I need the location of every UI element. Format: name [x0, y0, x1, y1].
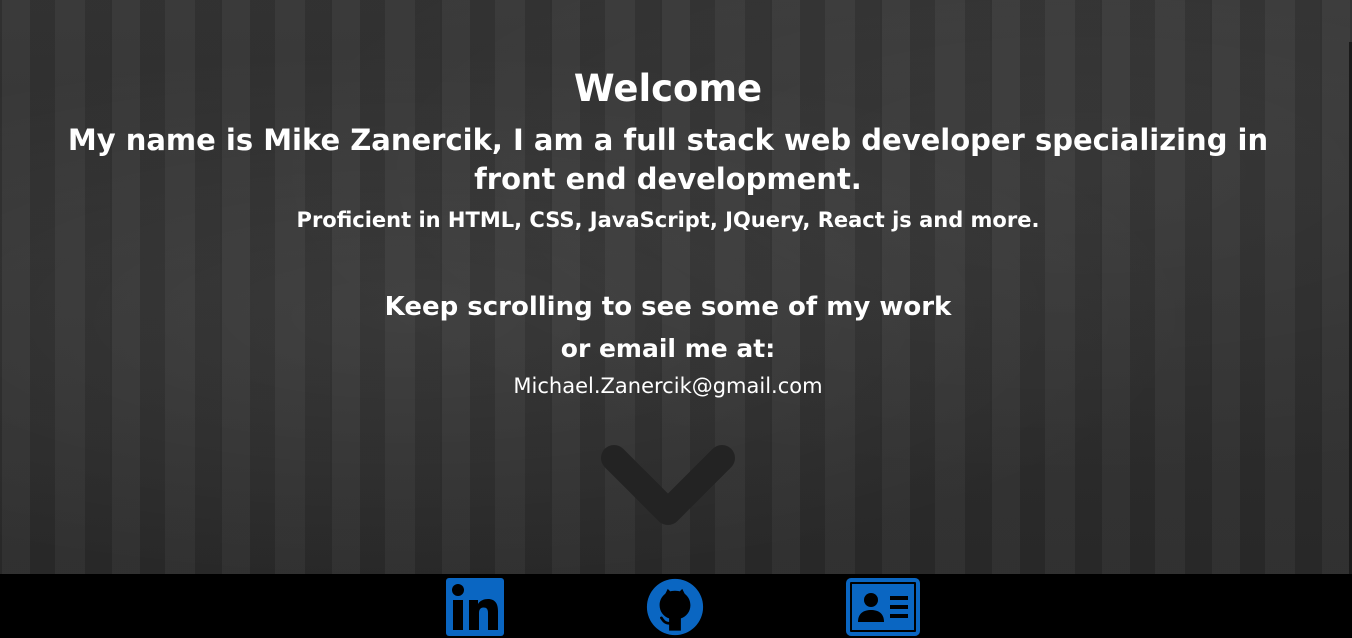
intro-text: My name is Mike Zanercik, I am a full st… [67, 123, 1269, 196]
footer [0, 574, 1352, 638]
email-link[interactable]: Michael.Zanercik@gmail.com [0, 372, 1336, 400]
contact-card-icon[interactable] [846, 578, 920, 636]
github-icon[interactable] [643, 578, 707, 636]
page-title: Welcome [573, 67, 763, 110]
hero-section: Welcome My name is Mike Zanercik, I am a… [0, 0, 1352, 574]
linkedin-icon[interactable] [446, 578, 504, 636]
skills-text: Proficient in HTML, CSS, JavaScript, JQu… [296, 208, 1040, 232]
chevron-down-icon[interactable] [598, 442, 738, 532]
email-prompt: or email me at: [560, 334, 776, 363]
scroll-prompt: Keep scrolling to see some of my work [384, 292, 952, 322]
